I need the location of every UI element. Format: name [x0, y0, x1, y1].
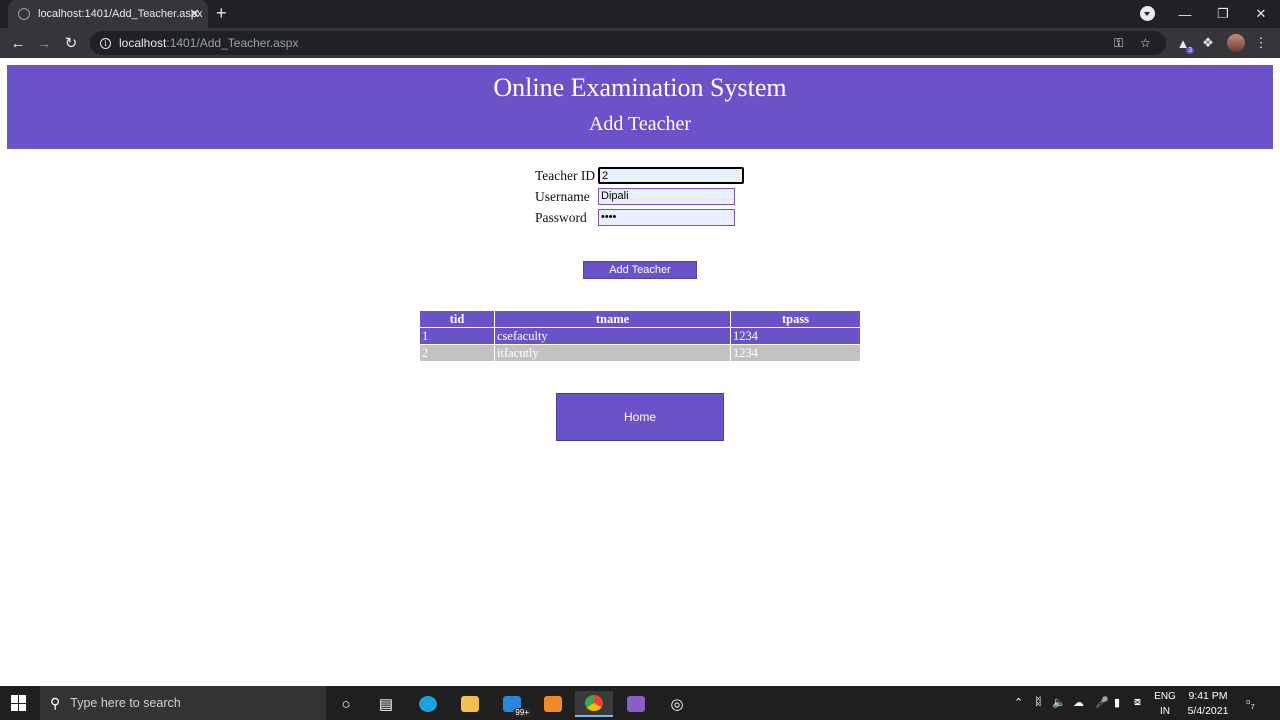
- notification-icon[interactable]: ▫ 7: [1246, 694, 1255, 711]
- home-button[interactable]: Home: [556, 393, 724, 441]
- table-cell: 1234: [730, 344, 861, 362]
- key-icon[interactable]: ⚿: [1114, 36, 1123, 51]
- file-explorer-icon[interactable]: [451, 691, 489, 717]
- teacher-id-row: Teacher ID 2: [535, 167, 744, 184]
- battery-icon[interactable]: ▮: [1114, 696, 1120, 709]
- table-row: 1 csefaculty 1234: [419, 327, 861, 345]
- password-row: Password ••••: [535, 209, 735, 226]
- tab-close-icon[interactable]: ✕: [189, 6, 200, 22]
- mail-icon[interactable]: 99+: [493, 691, 531, 717]
- microphone-icon[interactable]: 🎤: [1095, 696, 1109, 709]
- taskbar: ⚲ Type here to search ○ ▤ 99+ ◎ ⌃ ᛥ 🔈 ☁ …: [0, 686, 1280, 720]
- clock-date: 5/4/2021: [1187, 705, 1229, 717]
- table-cell: 1234: [730, 327, 861, 345]
- add-teacher-button[interactable]: Add Teacher: [583, 261, 697, 279]
- teacher-id-input[interactable]: 2: [598, 167, 744, 184]
- url-path: :1401/Add_Teacher.aspx: [166, 36, 299, 50]
- extension-badge: 3: [1186, 47, 1194, 54]
- wifi-icon[interactable]: ⧇: [1134, 696, 1141, 709]
- teacher-id-label: Teacher ID: [535, 167, 596, 183]
- windows-start-icon[interactable]: [11, 695, 27, 711]
- url-host: localhost: [119, 36, 167, 50]
- table-cell: 1: [419, 327, 495, 345]
- search-icon: ⚲: [50, 694, 61, 711]
- menu-dots-icon[interactable]: ⋮: [1252, 34, 1270, 52]
- table-row: 2 itfacutly 1234: [419, 344, 861, 362]
- language-indicator[interactable]: ENG IN: [1152, 689, 1178, 719]
- tab-title: localhost:1401/Add_Teacher.aspx: [38, 8, 203, 20]
- column-header-tid: tid: [419, 310, 495, 328]
- browser-tab-strip: localhost:1401/Add_Teacher.aspx ✕ + — ❐ …: [0, 0, 1280, 28]
- table-cell: itfacutly: [494, 344, 731, 362]
- globe-icon: [18, 8, 30, 20]
- search-placeholder: Type here to search: [70, 696, 181, 710]
- back-arrow-icon[interactable]: ←: [8, 33, 28, 53]
- address-bar[interactable]: i localhost:1401/Add_Teacher.aspx ⚿ ☆: [90, 31, 1166, 55]
- table-header-row: tid tname tpass: [419, 310, 861, 328]
- taskbar-clock[interactable]: 9:41 PM 5/4/2021: [1178, 689, 1238, 719]
- taskbar-search-input[interactable]: ⚲ Type here to search: [40, 686, 326, 720]
- chrome-icon[interactable]: [575, 691, 613, 717]
- username-row: Username Dipali: [535, 188, 735, 205]
- reload-icon[interactable]: ↻: [61, 33, 81, 53]
- language-code: ENG: [1154, 691, 1176, 702]
- cortana-icon[interactable]: ○: [327, 691, 365, 717]
- page-subtitle: Add Teacher: [588, 113, 692, 135]
- teachers-table: tid tname tpass 1 csefaculty 1234 2 itfa…: [419, 310, 861, 362]
- password-label: Password: [535, 209, 587, 225]
- browser-tab[interactable]: localhost:1401/Add_Teacher.aspx ✕: [8, 0, 208, 28]
- password-input[interactable]: ••••: [598, 209, 735, 226]
- notification-count: 7: [1250, 704, 1255, 711]
- table-cell: 2: [419, 344, 495, 362]
- sublime-text-icon[interactable]: [534, 691, 572, 717]
- page-header: Online Examination System Add Teacher: [7, 65, 1273, 149]
- volume-icon[interactable]: 🔈: [1052, 696, 1066, 709]
- avatar[interactable]: [1227, 34, 1245, 52]
- edge-icon[interactable]: [409, 691, 447, 717]
- forward-arrow-icon[interactable]: →: [34, 33, 54, 53]
- extension-icon[interactable]: ▲ 3: [1174, 34, 1194, 54]
- task-view-icon[interactable]: ▤: [367, 691, 405, 717]
- window-close-icon[interactable]: ✕: [1242, 0, 1280, 28]
- column-header-tname: tname: [494, 310, 731, 328]
- puzzle-icon[interactable]: ❖: [1199, 34, 1217, 52]
- username-label: Username: [535, 188, 590, 204]
- username-input[interactable]: Dipali: [598, 188, 735, 205]
- bookmark-star-icon[interactable]: ☆: [1140, 36, 1151, 50]
- chevron-up-icon[interactable]: ⌃: [1014, 696, 1023, 709]
- page-content: Online Examination System Add Teacher Te…: [0, 58, 1280, 686]
- mail-badge: 99+: [513, 708, 531, 717]
- obs-icon[interactable]: ◎: [658, 691, 696, 717]
- bluetooth-icon[interactable]: ᛥ: [1035, 696, 1042, 708]
- table-cell: csefaculty: [494, 327, 731, 345]
- region-code: IN: [1160, 706, 1170, 717]
- restore-icon[interactable]: ❐: [1204, 0, 1242, 28]
- visual-studio-icon[interactable]: [617, 691, 655, 717]
- page-title: Online Examination System: [493, 73, 787, 102]
- clock-time: 9:41 PM: [1188, 690, 1228, 702]
- browser-toolbar: ← → ↻ i localhost:1401/Add_Teacher.aspx …: [0, 28, 1280, 58]
- info-icon[interactable]: i: [100, 37, 111, 49]
- tab-search-icon[interactable]: [1140, 6, 1155, 21]
- new-tab-button[interactable]: +: [216, 3, 227, 24]
- minimize-icon[interactable]: —: [1166, 0, 1204, 28]
- onedrive-icon[interactable]: ☁: [1073, 696, 1084, 709]
- column-header-tpass: tpass: [730, 310, 861, 328]
